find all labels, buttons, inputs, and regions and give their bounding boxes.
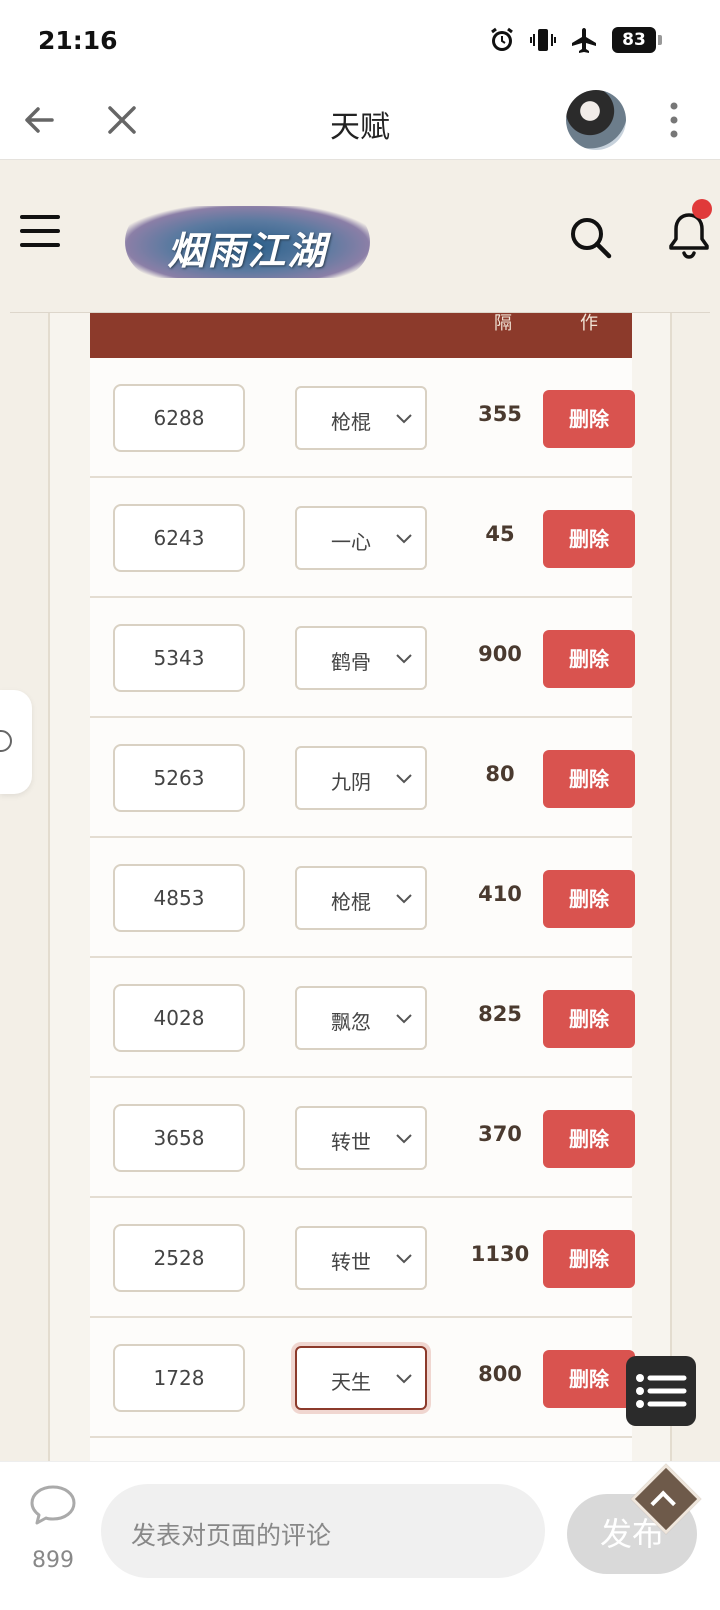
app-bar: 天赋 xyxy=(0,82,720,160)
alarm-icon xyxy=(491,27,513,51)
id-input[interactable]: 1728 xyxy=(113,1344,245,1412)
table-row: 3658 转世 370 删除 xyxy=(90,1078,635,1198)
site-logo-text: 烟雨江湖 xyxy=(167,228,328,273)
search-icon[interactable] xyxy=(568,215,612,259)
site-header: 烟雨江湖 xyxy=(0,161,720,313)
type-select-value: 鹤骨 xyxy=(331,650,371,674)
type-select-value: 九阴 xyxy=(331,770,371,794)
airplane-icon xyxy=(572,28,596,53)
type-select[interactable]: 枪棍 xyxy=(295,386,427,450)
chevron-down-icon xyxy=(396,414,412,424)
delete-button[interactable]: 删除 xyxy=(543,1350,635,1408)
type-select-value: 天生 xyxy=(331,1370,371,1394)
type-select[interactable]: 飘忽 xyxy=(295,986,427,1050)
type-select[interactable]: 九阴 xyxy=(295,746,427,810)
side-drawer-handle[interactable] xyxy=(0,690,32,794)
type-select[interactable]: 枪棍 xyxy=(295,866,427,930)
chevron-down-icon xyxy=(396,654,412,664)
table-row: 5343 鹤骨 900 删除 xyxy=(90,598,635,718)
id-input[interactable]: 2528 xyxy=(113,1224,245,1292)
status-time: 21:16 xyxy=(38,26,118,55)
chevron-down-icon xyxy=(396,894,412,904)
delete-button[interactable]: 删除 xyxy=(543,510,635,568)
chevron-down-icon xyxy=(396,1134,412,1144)
table-row: 6288 枪棍 355 删除 xyxy=(90,358,635,478)
type-select-value: 一心 xyxy=(331,530,371,554)
delete-button[interactable]: 删除 xyxy=(543,1110,635,1168)
chevron-down-icon xyxy=(396,1374,412,1384)
type-select-value: 转世 xyxy=(331,1130,371,1154)
delete-button[interactable]: 删除 xyxy=(543,390,635,448)
table-header: 隔 作 xyxy=(90,313,632,358)
comment-placeholder: 发表对页面的评论 xyxy=(131,1521,332,1550)
table-header-cell: 作 xyxy=(580,313,598,334)
cost-value: 900 xyxy=(478,642,522,666)
delete-button[interactable]: 删除 xyxy=(543,990,635,1048)
chevron-down-icon xyxy=(396,1014,412,1024)
chevron-down-icon xyxy=(396,774,412,784)
cost-value: 355 xyxy=(478,402,522,426)
type-select[interactable]: 天生 xyxy=(295,1346,427,1410)
comment-input[interactable]: 发表对页面的评论 xyxy=(101,1484,545,1578)
comment-bar: 899 发表对页面的评论 发布 xyxy=(0,1461,720,1610)
battery-indicator: 83 xyxy=(612,27,662,53)
type-select[interactable]: 鹤骨 xyxy=(295,626,427,690)
id-input[interactable]: 5263 xyxy=(113,744,245,812)
toc-button[interactable] xyxy=(626,1356,696,1426)
talent-table: 隔 作 6288 枪棍 355 删除 6243 一心 45 删除 5343 鹤骨… xyxy=(90,313,635,1461)
table-header-cell: 隔 xyxy=(494,313,512,334)
type-select[interactable]: 转世 xyxy=(295,1226,427,1290)
id-input[interactable]: 5343 xyxy=(113,624,245,692)
table-row: 5263 九阴 80 删除 xyxy=(90,718,635,838)
type-select-value: 枪棍 xyxy=(331,410,371,434)
delete-button[interactable]: 删除 xyxy=(543,630,635,688)
table-row: 4028 飘忽 825 删除 xyxy=(90,958,635,1078)
type-select-value: 转世 xyxy=(331,1250,371,1274)
id-input[interactable]: 3658 xyxy=(113,1104,245,1172)
type-select-value: 飘忽 xyxy=(331,1010,371,1034)
status-bar: 21:16 83 xyxy=(0,0,720,82)
id-input[interactable]: 4853 xyxy=(113,864,245,932)
table-row: 6243 一心 45 删除 xyxy=(90,478,635,598)
table-row: 4853 枪棍 410 删除 xyxy=(90,838,635,958)
vibrate-icon xyxy=(530,29,556,51)
delete-button[interactable]: 删除 xyxy=(543,750,635,808)
menu-icon[interactable] xyxy=(20,214,60,248)
site-logo[interactable]: 烟雨江湖 xyxy=(125,206,370,278)
list-icon xyxy=(636,1374,687,1408)
id-input[interactable]: 4028 xyxy=(113,984,245,1052)
cost-value: 80 xyxy=(485,762,515,786)
cost-value: 370 xyxy=(478,1122,522,1146)
type-select[interactable]: 一心 xyxy=(295,506,427,570)
status-icons: 83 xyxy=(488,26,662,54)
cost-value: 825 xyxy=(478,1002,522,1026)
cost-value: 1130 xyxy=(470,1242,530,1266)
more-options-icon[interactable] xyxy=(668,100,680,140)
table-row: 2528 转世 1130 删除 xyxy=(90,1198,635,1318)
type-select[interactable]: 转世 xyxy=(295,1106,427,1170)
delete-button[interactable]: 删除 xyxy=(543,1230,635,1288)
type-select-value: 枪棍 xyxy=(331,890,371,914)
comment-count: 899 xyxy=(32,1548,74,1573)
id-input[interactable]: 6243 xyxy=(113,504,245,572)
notification-dot xyxy=(692,199,712,219)
avatar[interactable] xyxy=(566,90,626,150)
delete-button[interactable]: 删除 xyxy=(543,870,635,928)
cost-value: 45 xyxy=(485,522,515,546)
chevron-down-icon xyxy=(396,534,412,544)
cost-value: 410 xyxy=(478,882,522,906)
id-input[interactable]: 6288 xyxy=(113,384,245,452)
cost-value: 800 xyxy=(478,1362,522,1386)
table-row-partial xyxy=(90,1438,632,1461)
content-area[interactable]: 隔 作 6288 枪棍 355 删除 6243 一心 45 删除 5343 鹤骨… xyxy=(0,313,720,1461)
comment-icon[interactable] xyxy=(28,1484,78,1526)
table-row: 1728 天生 800 删除 xyxy=(90,1318,635,1438)
chevron-down-icon xyxy=(396,1254,412,1264)
